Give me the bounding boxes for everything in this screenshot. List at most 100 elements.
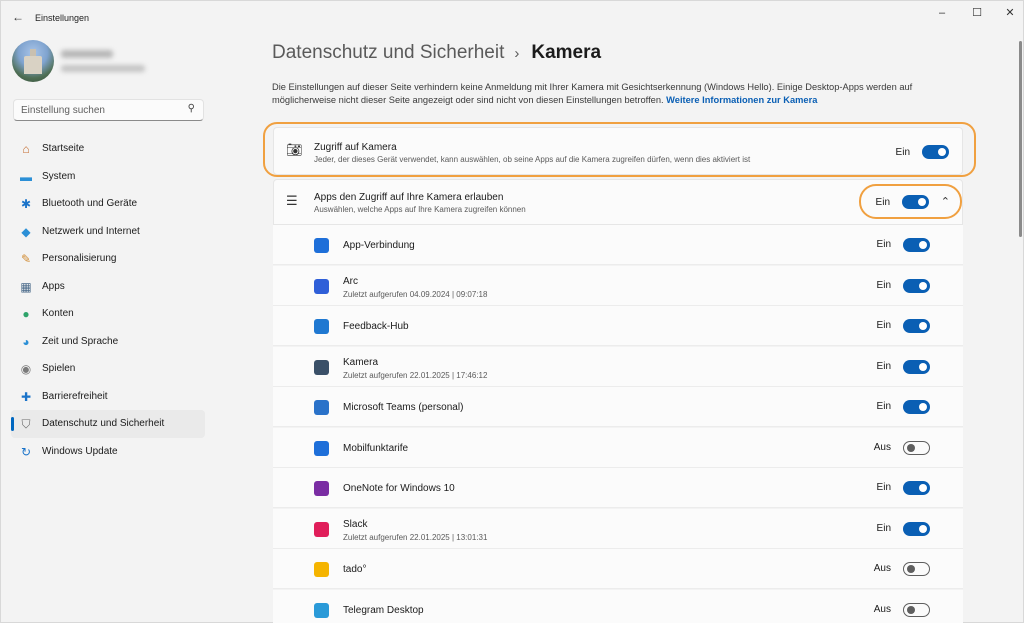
profile-email-blurred	[61, 65, 145, 72]
app-toggle[interactable]	[903, 400, 930, 414]
sidebar-item-bluetooth-und-geräte[interactable]: ✱ Bluetooth und Geräte	[11, 190, 205, 218]
sidebar-item-label: Windows Update	[42, 445, 118, 457]
list-item: App-Verbindung Ein	[273, 225, 963, 265]
avatar[interactable]	[12, 40, 54, 82]
more-info-link[interactable]: Weitere Informationen zur Kamera	[666, 95, 817, 105]
apps-access-state: Ein	[875, 197, 890, 208]
sidebar-item-label: Bluetooth und Geräte	[42, 198, 138, 209]
app-state-label: Ein	[876, 401, 891, 412]
sidebar-item-apps[interactable]: ▦ Apps	[11, 273, 205, 301]
camera-access-toggle[interactable]	[922, 145, 949, 159]
camera-access-title: Zugriff auf Kamera	[314, 142, 397, 153]
list-item: Mobilfunktarife Aus	[273, 427, 963, 468]
sidebar-item-label: Datenschutz und Sicherheit	[42, 418, 165, 429]
sidebar-item-datenschutz-und-sicherheit[interactable]: ⛉ Datenschutz und Sicherheit	[11, 410, 205, 438]
onenote-icon	[314, 481, 329, 496]
accessibility-icon: ✚	[20, 389, 32, 404]
list-icon: ☰	[286, 193, 298, 208]
person-icon: ●	[22, 307, 30, 321]
chevron-right-icon: ›	[514, 45, 520, 62]
apps-access-toggle[interactable]	[902, 195, 929, 209]
sidebar-item-spielen[interactable]: ◉ Spielen	[11, 355, 205, 383]
app-name: Feedback-Hub	[343, 321, 409, 332]
list-item: OneNote for Windows 10 Ein	[273, 468, 963, 508]
back-arrow-icon[interactable]: ←	[10, 9, 26, 25]
app-toggle[interactable]	[903, 319, 930, 333]
sidebar-item-label: Barrierefreiheit	[42, 390, 108, 402]
app-toggle[interactable]	[903, 359, 930, 374]
title-bar: ← Einstellungen – ☐ ✕	[1, 1, 1023, 33]
breadcrumb-parent[interactable]: Datenschutz und Sicherheit	[272, 42, 504, 63]
sidebar-item-windows-update[interactable]: ↻ Windows Update	[11, 438, 205, 466]
app-last-access: Zuletzt aufgerufen 22.01.2025 | 13:01:31	[343, 532, 488, 542]
app-toggle[interactable]	[903, 562, 930, 576]
telegram-icon	[314, 602, 329, 618]
app-last-access: Zuletzt aufgerufen 22.01.2025 | 17:46:12	[343, 370, 488, 380]
update-icon: ↻	[20, 444, 32, 459]
sidebar-item-label: Konten	[42, 308, 74, 319]
search-placeholder: Einstellung suchen	[21, 105, 105, 116]
app-state-label: Aus	[873, 563, 891, 574]
sidebar-item-zeit-und-sprache[interactable]: ◕ Zeit und Sprache	[11, 328, 205, 356]
wifi-icon: ◆	[21, 224, 31, 239]
app-name: App-Verbindung	[343, 240, 415, 251]
sidebar-item-label: System	[42, 170, 76, 182]
sidebar-item-konten[interactable]: ● Konten	[11, 300, 205, 328]
search-input[interactable]: Einstellung suchen ⚲	[13, 99, 204, 121]
sidebar-item-label: Spielen	[42, 363, 76, 374]
maximize-button[interactable]: ☐	[962, 5, 992, 21]
app-name: Kamera	[343, 356, 379, 368]
app-toggle[interactable]	[903, 278, 930, 293]
brush-icon: ✎	[20, 252, 32, 266]
app-toggle[interactable]	[903, 440, 930, 455]
settings-window: ← Einstellungen – ☐ ✕ Einstellung suchen…	[0, 0, 1024, 623]
app-name: tado°	[343, 564, 367, 575]
app-name: Microsoft Teams (personal)	[343, 402, 464, 413]
bluetooth-icon: ✱	[20, 197, 32, 211]
list-item: Arc Zuletzt aufgerufen 04.09.2024 | 09:07…	[273, 265, 963, 306]
app-title: Einstellungen	[35, 13, 90, 23]
camera-access-state: Ein	[895, 147, 910, 158]
app-toggle[interactable]	[903, 481, 930, 495]
list-item: Microsoft Teams (personal) Ein	[273, 387, 963, 427]
sidebar-item-label: Netzwerk und Internet	[42, 225, 140, 237]
app-state-label: Aus	[873, 441, 891, 453]
sidebar-item-netzwerk-und-internet[interactable]: ◆ Netzwerk und Internet	[11, 218, 205, 246]
shield-icon: ⛉	[21, 417, 31, 431]
home-icon: ⌂	[22, 142, 30, 156]
sidebar-item-system[interactable]: ▬ System	[11, 163, 205, 191]
close-button[interactable]: ✕	[995, 5, 1024, 21]
app-toggle[interactable]	[903, 521, 930, 536]
sidebar-item-label: Apps	[42, 280, 65, 292]
list-item: Kamera Zuletzt aufgerufen 22.01.2025 | 17…	[273, 346, 963, 387]
camera-access-subtitle: Jeder, der dieses Gerät verwendet, kann …	[314, 155, 751, 164]
sidebar-item-personalisierung[interactable]: ✎ Personalisierung	[11, 245, 205, 273]
sidebar-item-startseite[interactable]: ⌂ Startseite	[11, 135, 205, 163]
apps-access-subtitle: Auswählen, welche Apps auf Ihre Kamera z…	[314, 205, 526, 214]
app-name: Arc	[343, 275, 358, 287]
sidebar-nav: ⌂ Startseite ▬ System ✱ Bluetooth und Geräte ◆…	[11, 135, 205, 465]
chevron-up-icon[interactable]: ⌃	[941, 195, 950, 208]
clock-globe-icon: ◕	[22, 334, 30, 349]
teams-icon	[314, 400, 329, 415]
minimize-button[interactable]: –	[927, 5, 957, 21]
sidebar-item-barrierefreiheit[interactable]: ✚ Barrierefreiheit	[11, 383, 205, 411]
breadcrumb: Datenschutz und Sicherheit › Kamera	[272, 42, 601, 64]
list-item: Slack Zuletzt aufgerufen 22.01.2025 | 13:…	[273, 508, 963, 549]
app-toggle[interactable]	[903, 602, 930, 617]
apps-access-title: Apps den Zugriff auf Ihre Kamera erlaube…	[314, 192, 504, 203]
app-connector-icon	[314, 238, 329, 253]
app-name: Telegram Desktop	[343, 604, 424, 616]
apps-access-card[interactable]: ☰ Apps den Zugriff auf Ihre Kamera erlau…	[273, 179, 963, 225]
scrollbar[interactable]	[1019, 41, 1022, 237]
monitor-icon: ▬	[20, 169, 32, 184]
list-item: Feedback-Hub Ein	[273, 306, 963, 346]
app-last-access: Zuletzt aufgerufen 04.09.2024 | 09:07:18	[343, 289, 488, 299]
search-icon[interactable]: ⚲	[188, 103, 195, 114]
app-state-label: Ein	[876, 239, 891, 250]
tado-icon	[314, 562, 329, 577]
sidebar-item-label: Personalisierung	[42, 253, 117, 264]
camera-app-icon	[314, 359, 329, 375]
app-toggle[interactable]	[903, 238, 930, 252]
page-title: Kamera	[531, 42, 602, 63]
